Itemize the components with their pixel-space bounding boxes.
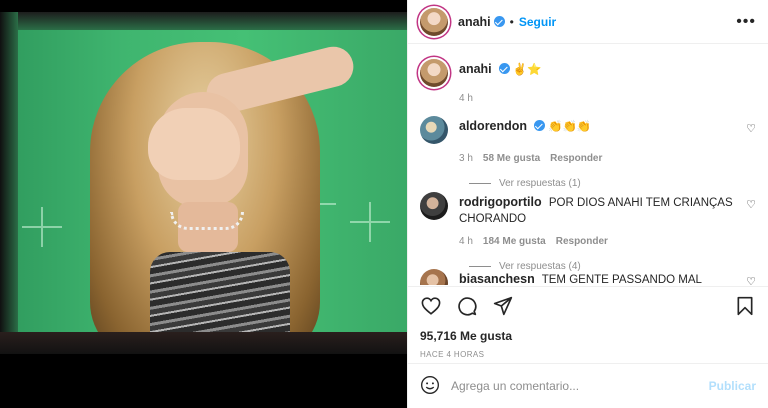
- post-photo[interactable]: [0, 12, 407, 354]
- comment-text: rodrigoportilo POR DIOS ANAHI TEM CRIANÇ…: [459, 190, 756, 227]
- post-sidebar: anahi • Seguir ••• anahi ✌️⭐ 4 h aldoren…: [407, 0, 768, 408]
- publish-button[interactable]: Publicar: [709, 379, 756, 393]
- likes-count[interactable]: 95,716 Me gusta: [420, 329, 756, 343]
- comment-item: biasanchesn TEM GENTE PASSANDO MAL ♡: [420, 267, 756, 285]
- green-screen-marker: [22, 207, 62, 247]
- comment-text: biasanchesn TEM GENTE PASSANDO MAL: [459, 267, 756, 285]
- post-actions: 95,716 Me gusta HACE 4 HORAS: [408, 286, 768, 359]
- commenter-avatar[interactable]: [420, 269, 448, 285]
- comment-input[interactable]: [451, 379, 709, 393]
- verified-badge-icon: [498, 63, 510, 74]
- commenter-avatar[interactable]: [420, 192, 448, 220]
- commenter-username[interactable]: rodrigoportilo: [459, 195, 542, 209]
- caption-username[interactable]: anahi: [459, 62, 492, 76]
- comment-time[interactable]: 4 h: [459, 236, 473, 247]
- comment-meta: 4 h 184 Me gusta Responder: [459, 236, 756, 247]
- comment-text: aldorendon 👏👏👏: [459, 114, 756, 135]
- view-replies-button[interactable]: Ver respuestas (1): [459, 178, 756, 189]
- view-replies-label[interactable]: Ver respuestas (1): [499, 178, 581, 189]
- comment-time[interactable]: 3 h: [459, 153, 473, 164]
- post-time-ago[interactable]: HACE 4 HORAS: [420, 350, 756, 359]
- post-media[interactable]: [0, 0, 407, 408]
- caption-time[interactable]: 4 h: [459, 93, 473, 104]
- person-necklace: [170, 212, 244, 230]
- author-username[interactable]: anahi: [458, 15, 491, 29]
- action-icons: [420, 295, 756, 317]
- share-icon[interactable]: [492, 295, 514, 317]
- commenter-avatar[interactable]: [420, 116, 448, 144]
- heart-icon[interactable]: [420, 295, 442, 317]
- separator-dot: •: [509, 14, 514, 29]
- caption-meta: 4 h: [459, 93, 756, 104]
- reply-button[interactable]: Responder: [550, 153, 602, 164]
- more-options-icon[interactable]: •••: [736, 13, 756, 31]
- author-avatar[interactable]: [420, 7, 448, 36]
- comment-body: TEM GENTE PASSANDO MAL: [541, 274, 702, 285]
- post-caption: anahi ✌️⭐ 4 h: [420, 57, 756, 104]
- add-comment-bar: Publicar: [408, 363, 768, 408]
- comment-likes[interactable]: 58 Me gusta: [483, 153, 540, 164]
- bookmark-icon[interactable]: [734, 295, 756, 317]
- comment-body: 👏👏👏: [548, 121, 592, 133]
- caption-avatar[interactable]: [420, 59, 448, 87]
- photo-floor: [0, 332, 407, 354]
- caption-text: anahi ✌️⭐: [459, 57, 756, 78]
- commenter-username[interactable]: aldorendon: [459, 119, 527, 133]
- person-hand: [148, 108, 240, 180]
- verified-badge-icon: [534, 120, 546, 131]
- photo-frame-edge: [0, 12, 407, 30]
- green-screen-marker: [350, 202, 390, 242]
- verified-badge-icon: [493, 16, 505, 27]
- comment-item: rodrigoportilo POR DIOS ANAHI TEM CRIANÇ…: [420, 190, 756, 272]
- comment-like-heart-icon[interactable]: ♡: [746, 198, 756, 211]
- comment-like-heart-icon[interactable]: ♡: [746, 122, 756, 135]
- commenter-username[interactable]: biasanchesn: [459, 272, 535, 285]
- comment-like-heart-icon[interactable]: ♡: [746, 275, 756, 285]
- comment-meta: 3 h 58 Me gusta Responder: [459, 153, 756, 164]
- comment-icon[interactable]: [456, 295, 478, 317]
- emoji-icon[interactable]: [420, 375, 440, 398]
- post-header: anahi • Seguir •••: [408, 0, 768, 44]
- reply-button[interactable]: Responder: [556, 236, 608, 247]
- photo-frame-edge: [0, 12, 18, 354]
- caption-body: ✌️⭐: [512, 64, 542, 76]
- comments-list[interactable]: anahi ✌️⭐ 4 h aldorendon 👏👏👏 ♡ 3 h 58 Me…: [408, 45, 768, 285]
- comment-likes[interactable]: 184 Me gusta: [483, 236, 546, 247]
- follow-button[interactable]: Seguir: [519, 15, 556, 29]
- comment-item: aldorendon 👏👏👏 ♡ 3 h 58 Me gusta Respond…: [420, 114, 756, 189]
- replies-line: [469, 183, 491, 184]
